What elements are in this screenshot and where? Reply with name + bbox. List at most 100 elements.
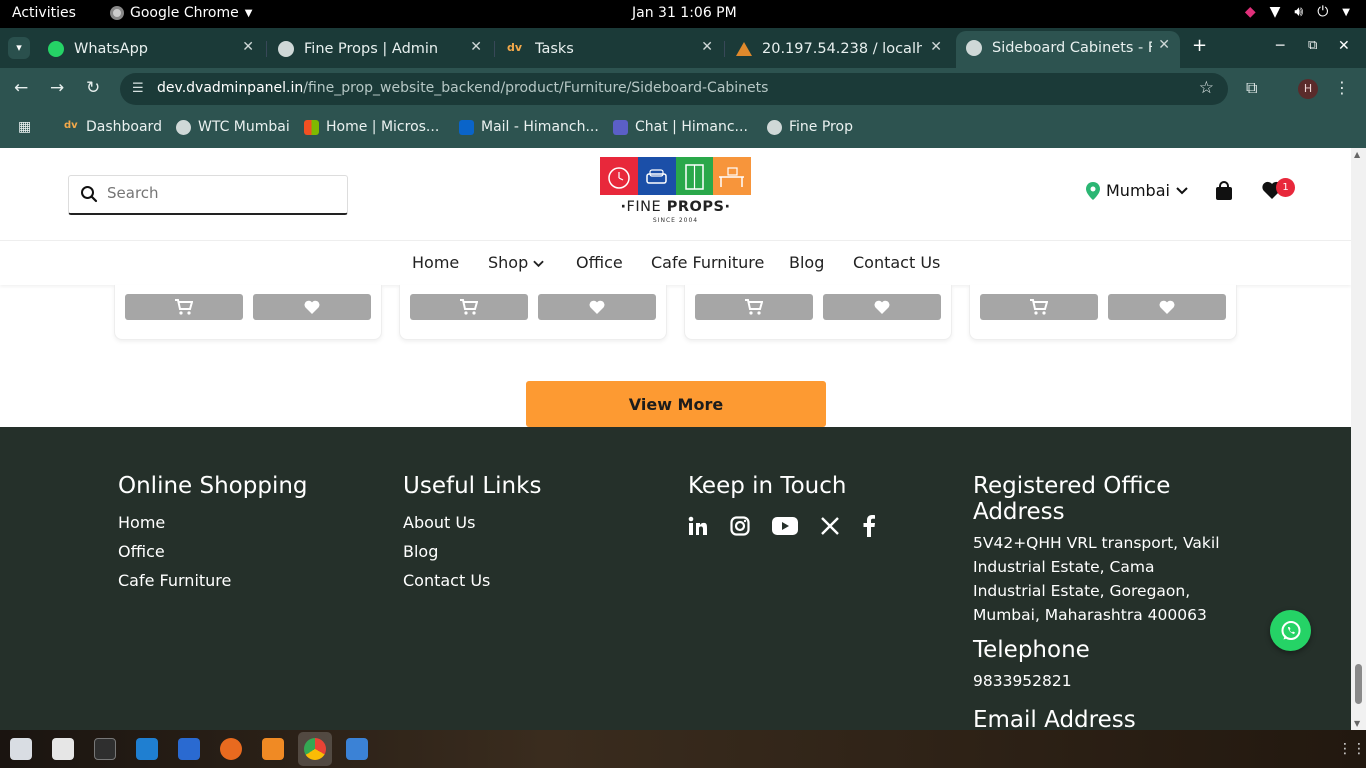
tab-search-button[interactable]: ▾ (8, 37, 30, 59)
forward-icon[interactable]: → (50, 78, 64, 98)
add-to-cart-button[interactable] (410, 294, 528, 320)
new-tab-button[interactable]: + (1192, 35, 1207, 56)
tab-tasks[interactable]: dv Tasks ✕ (497, 33, 723, 64)
tab-phpmyadmin[interactable]: 20.197.54.238 / localho ✕ (726, 33, 952, 64)
footer-link-blog[interactable]: Blog (403, 542, 541, 562)
nav-home[interactable]: Home (412, 253, 459, 272)
linkedin-icon[interactable] (688, 516, 708, 536)
tab-whatsapp[interactable]: WhatsApp ✕ (38, 33, 264, 64)
close-icon[interactable]: ✕ (470, 39, 482, 55)
scrollbar-thumb[interactable] (1355, 664, 1362, 704)
terminal-icon[interactable] (94, 738, 116, 760)
telephone-number[interactable]: 9833952821 (973, 669, 1223, 693)
whatsapp-chat-button[interactable] (1270, 610, 1311, 651)
footer-link-about-us[interactable]: About Us (403, 513, 541, 533)
close-icon[interactable]: ✕ (930, 39, 942, 55)
close-icon[interactable]: ✕ (242, 39, 254, 55)
bookmark-fine-prop[interactable]: Fine Prop (767, 119, 853, 135)
footer-link-office[interactable]: Office (118, 542, 308, 562)
more-menu-icon[interactable]: ⋮ (1334, 78, 1350, 97)
close-icon[interactable]: ✕ (1158, 37, 1170, 53)
location-label: Mumbai (1106, 181, 1170, 200)
firefox-icon[interactable] (220, 738, 242, 760)
files-manager-icon[interactable] (10, 738, 32, 760)
add-to-wishlist-button[interactable] (538, 294, 656, 320)
map-pin-icon (1086, 181, 1100, 200)
add-to-wishlist-button[interactable] (823, 294, 941, 320)
youtube-icon[interactable] (772, 516, 798, 536)
whatsapp-icon (48, 40, 64, 57)
extensions-icon[interactable]: ⧉ (1246, 78, 1257, 98)
product-card (399, 285, 667, 340)
activities-button[interactable]: Activities (12, 5, 76, 21)
text-editor-icon[interactable] (52, 738, 74, 760)
minimize-button[interactable]: ─ (1276, 38, 1284, 54)
address-bar[interactable]: ☰ dev.dvadminpanel.in/fine_prop_website_… (120, 73, 1228, 105)
clock[interactable]: Jan 31 1:06 PM (632, 5, 737, 21)
location-selector[interactable]: Mumbai (1086, 181, 1188, 200)
app-menu[interactable]: Google Chrome ▼ (110, 5, 252, 21)
footer-office-address: Registered Office Address 5V42+QHH VRL t… (973, 473, 1223, 730)
site-footer: Online Shopping Home Office Cafe Furnitu… (0, 427, 1351, 730)
notes-icon[interactable] (346, 738, 368, 760)
reload-icon[interactable]: ↻ (86, 78, 100, 98)
shopping-bag-icon[interactable] (1214, 181, 1234, 205)
nav-blog[interactable]: Blog (789, 253, 824, 272)
add-to-cart-button[interactable] (980, 294, 1098, 320)
search-input[interactable] (107, 184, 337, 202)
add-to-cart-button[interactable] (695, 294, 813, 320)
nav-cafe-furniture[interactable]: Cafe Furniture (651, 253, 764, 272)
footer-link-contact-us[interactable]: Contact Us (403, 571, 541, 591)
scroll-up-icon[interactable]: ▲ (1354, 150, 1360, 159)
bookmark-microsoft-home[interactable]: Home | Micros... (304, 119, 439, 135)
sublime-icon[interactable] (262, 738, 284, 760)
bookmark-wtc-mumbai[interactable]: WTC Mumbai (176, 119, 290, 135)
close-icon[interactable]: ✕ (701, 39, 713, 55)
chevron-down-icon (1176, 186, 1188, 194)
browser-toolbar: ← → ↻ ☰ dev.dvadminpanel.in/fine_prop_we… (0, 68, 1366, 110)
back-icon[interactable]: ← (14, 78, 28, 98)
url-text[interactable]: dev.dvadminpanel.in/fine_prop_website_ba… (157, 80, 768, 96)
instagram-icon[interactable] (730, 516, 750, 536)
footer-link-home[interactable]: Home (118, 513, 308, 533)
heart-icon (1159, 300, 1175, 314)
facebook-icon[interactable] (862, 515, 876, 537)
nav-office[interactable]: Office (576, 253, 623, 272)
profile-avatar[interactable]: H (1298, 79, 1318, 99)
footer-heading: Useful Links (403, 473, 542, 499)
bookmark-star-icon[interactable]: ☆ (1199, 78, 1214, 98)
bookmark-outlook-mail[interactable]: Mail - Himanch... (459, 119, 599, 135)
add-to-wishlist-button[interactable] (1108, 294, 1226, 320)
app-indicator-icon[interactable]: ◆ (1245, 4, 1256, 20)
sofa-icon (637, 157, 676, 195)
show-apps-icon[interactable]: ⋮⋮⋮ (1338, 741, 1366, 757)
maximize-button[interactable]: ⧉ (1308, 38, 1317, 53)
search-box[interactable] (68, 175, 348, 215)
view-more-button[interactable]: View More (526, 381, 826, 427)
scroll-down-icon[interactable]: ▼ (1354, 719, 1360, 728)
apps-grid-icon[interactable]: ▦ (18, 119, 31, 135)
site-info-icon[interactable]: ☰ (132, 81, 144, 96)
cart-icon (460, 299, 478, 315)
chrome-icon[interactable] (304, 738, 326, 760)
system-tray[interactable]: ◆ ▼ 🔊︎ ⏻ ▼ (1245, 4, 1350, 20)
footer-link-cafe-furniture[interactable]: Cafe Furniture (118, 571, 308, 591)
cart-icon (175, 299, 193, 315)
page-scrollbar[interactable]: ▲ ▼ (1351, 148, 1366, 730)
tab-sideboard-cabinets[interactable]: Sideboard Cabinets - Fi ✕ (956, 31, 1180, 68)
document-icon[interactable] (178, 738, 200, 760)
add-to-wishlist-button[interactable] (253, 294, 371, 320)
taskbar-dock (0, 730, 1366, 768)
close-window-button[interactable]: ✕ (1338, 38, 1350, 54)
x-icon[interactable] (820, 516, 840, 536)
site-logo[interactable]: ·FINE PROPS· SINCE 2004 (600, 157, 751, 232)
microsoft-icon (304, 119, 319, 135)
nav-shop[interactable]: Shop (488, 253, 545, 272)
tab-fine-props-admin[interactable]: Fine Props | Admin ✕ (268, 33, 492, 64)
cart-icon (1030, 299, 1048, 315)
bookmark-dashboard[interactable]: dv Dashboard (64, 119, 162, 135)
bookmark-teams-chat[interactable]: Chat | Himanc... (613, 119, 748, 135)
vscode-icon[interactable] (136, 738, 158, 760)
nav-contact-us[interactable]: Contact Us (853, 253, 940, 272)
add-to-cart-button[interactable] (125, 294, 243, 320)
